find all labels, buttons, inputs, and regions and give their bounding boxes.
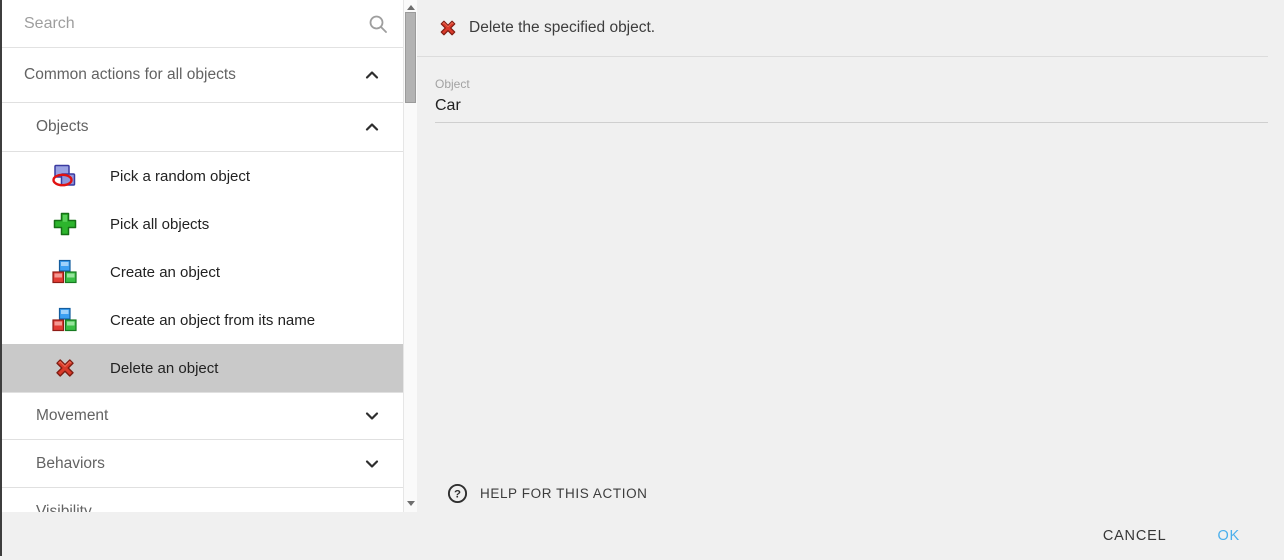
cancel-button[interactable]: CANCEL bbox=[1095, 518, 1175, 554]
action-title: Delete the specified object. bbox=[469, 19, 655, 37]
scrollbar-thumb[interactable] bbox=[405, 12, 416, 103]
action-item-label: Pick a random object bbox=[110, 168, 250, 185]
chevron-down-icon bbox=[361, 405, 383, 427]
create-object-icon bbox=[52, 259, 78, 285]
action-item-label: Pick all objects bbox=[110, 216, 209, 233]
section-label: Objects bbox=[36, 118, 89, 136]
scrollbar-up-arrow-icon[interactable] bbox=[407, 5, 415, 10]
action-item-create-object-from-name[interactable]: Create an object from its name bbox=[0, 296, 403, 344]
sidebar-scrollbar[interactable] bbox=[403, 0, 417, 512]
section-label: Visibility bbox=[36, 503, 92, 512]
action-item-label: Create an object from its name bbox=[110, 312, 315, 329]
section-objects[interactable]: Objects bbox=[0, 103, 403, 152]
chevron-up-icon bbox=[361, 116, 383, 138]
action-selector-dialog: Common actions for all objects Objects P… bbox=[0, 0, 1284, 560]
help-button[interactable]: HELP FOR THIS ACTION bbox=[447, 475, 648, 511]
search-input[interactable] bbox=[0, 0, 330, 47]
chevron-up-icon bbox=[361, 64, 383, 86]
section-common-actions[interactable]: Common actions for all objects bbox=[0, 48, 403, 103]
ok-button[interactable]: OK bbox=[1209, 518, 1248, 554]
section-visibility[interactable]: Visibility bbox=[0, 488, 403, 512]
section-label: Movement bbox=[36, 407, 108, 425]
action-item-pick-random-object[interactable]: Pick a random object bbox=[0, 152, 403, 200]
help-button-label: HELP FOR THIS ACTION bbox=[480, 486, 648, 501]
section-label: Behaviors bbox=[36, 455, 105, 473]
object-field-input[interactable] bbox=[435, 91, 1268, 123]
help-question-icon bbox=[447, 483, 468, 504]
scrollbar-down-arrow-icon[interactable] bbox=[407, 501, 415, 506]
search-bar bbox=[0, 0, 403, 48]
dialog-footer: CANCEL OK bbox=[0, 512, 1284, 560]
action-item-label: Create an object bbox=[110, 264, 220, 281]
pick-random-object-icon bbox=[52, 163, 78, 189]
search-icon bbox=[368, 14, 388, 34]
section-behaviors[interactable]: Behaviors bbox=[0, 440, 403, 488]
pick-all-objects-icon bbox=[52, 211, 78, 237]
window-left-edge bbox=[0, 0, 2, 556]
action-editor-panel: Delete the specified object. Object HELP… bbox=[417, 0, 1284, 512]
action-item-label: Delete an object bbox=[110, 360, 218, 377]
action-item-delete-object[interactable]: Delete an object bbox=[0, 344, 403, 392]
action-item-pick-all-objects[interactable]: Pick all objects bbox=[0, 200, 403, 248]
actions-sidebar: Common actions for all objects Objects P… bbox=[0, 0, 403, 512]
chevron-down-icon bbox=[361, 453, 383, 475]
section-label: Common actions for all objects bbox=[24, 66, 236, 84]
action-item-create-object[interactable]: Create an object bbox=[0, 248, 403, 296]
object-field-label: Object bbox=[435, 77, 1268, 91]
create-object-icon bbox=[52, 307, 78, 333]
section-movement[interactable]: Movement bbox=[0, 392, 403, 440]
delete-object-icon bbox=[437, 17, 459, 39]
action-header: Delete the specified object. bbox=[417, 0, 1268, 57]
object-field: Object bbox=[435, 77, 1268, 123]
delete-object-icon bbox=[52, 355, 78, 381]
